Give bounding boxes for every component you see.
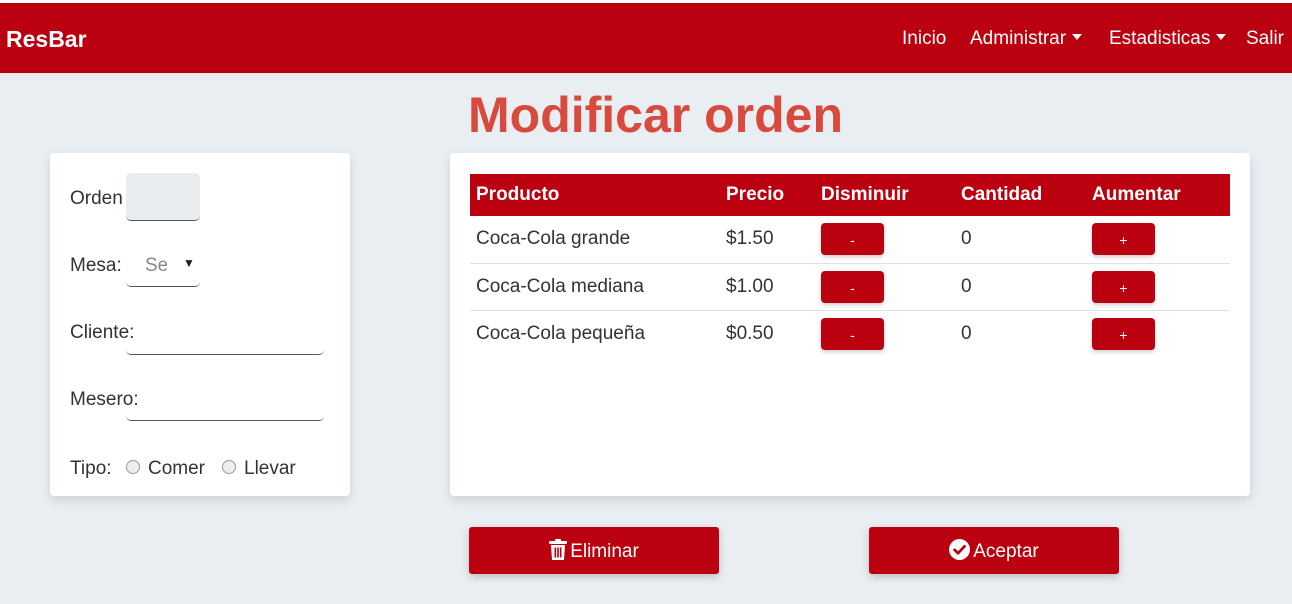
product-name: Coca-Cola grande: [470, 216, 720, 264]
header-cantidad: Cantidad: [961, 184, 1043, 205]
increase-button[interactable]: +: [1092, 270, 1155, 303]
table-header-row: Producto Precio Disminuir Cantidad Aumen…: [470, 174, 1230, 216]
product-price: $1.50: [720, 216, 815, 264]
radio-llevar[interactable]: [222, 460, 236, 474]
header-disminuir: Disminuir: [821, 184, 909, 205]
product-price: $1.00: [720, 263, 815, 311]
cliente-label: Cliente:: [70, 322, 135, 343]
nav-administrar-label: Administrar: [970, 28, 1067, 49]
product-name: Coca-Cola mediana: [470, 263, 720, 311]
mesa-select[interactable]: Seleccione ▼: [126, 241, 200, 287]
table-row: Coca-Cola mediana $1.00 - 0 +: [470, 263, 1230, 311]
decrease-button[interactable]: -: [821, 223, 884, 256]
increase-cell: +: [1086, 310, 1230, 357]
header-precio: Precio: [726, 184, 785, 205]
product-quantity: 0: [955, 263, 1086, 311]
products-card: Producto Precio Disminuir Cantidad Aumen…: [450, 153, 1250, 496]
aceptar-button[interactable]: Aceptar: [869, 527, 1119, 574]
increase-cell: +: [1086, 216, 1230, 264]
product-quantity: 0: [955, 216, 1086, 264]
products-table: Producto Precio Disminuir Cantidad Aumen…: [470, 174, 1230, 357]
increase-button[interactable]: +: [1092, 223, 1155, 256]
product-name: Coca-Cola pequeña: [476, 322, 646, 344]
tipo-label: Tipo:: [70, 458, 112, 479]
decrease-button[interactable]: -: [821, 270, 884, 303]
table-row: Coca-Cola grande $1.50 - 0 +: [470, 216, 1230, 264]
navbar: ResBar Inicio Administrar Estadisticas S…: [0, 3, 1292, 73]
eliminar-button[interactable]: Eliminar: [469, 527, 719, 574]
header-aumentar: Aumentar: [1092, 184, 1181, 205]
caret-down-icon: [1216, 34, 1227, 40]
page-title: Modificar orden: [468, 87, 844, 143]
select-arrow-icon: ▼: [183, 256, 195, 270]
order-form-card: Orden Mesa: Seleccione ▼ Cliente: Mesero…: [50, 153, 350, 496]
radio-comer-label: Comer: [148, 458, 206, 479]
nav-estadisticas-label: Estadisticas: [1109, 28, 1211, 49]
product-price: $0.50: [726, 322, 774, 344]
increase-button[interactable]: +: [1092, 317, 1155, 350]
radio-comer[interactable]: [126, 460, 140, 474]
cliente-field[interactable]: [126, 309, 324, 355]
decrease-cell: -: [815, 216, 955, 264]
decrease-cell: -: [815, 263, 955, 311]
nav-administrar-dropdown[interactable]: Administrar: [970, 28, 1083, 50]
decrease-cell: -: [815, 310, 955, 357]
caret-down-icon: [1072, 34, 1083, 40]
table-row: Coca-Cola pequeña $0.50 - 0 +: [470, 310, 1230, 357]
brand-logo[interactable]: ResBar: [6, 26, 87, 53]
radio-llevar-label: Llevar: [244, 458, 296, 479]
aceptar-label: Aceptar: [973, 541, 1039, 562]
nav-salir[interactable]: Salir: [1246, 28, 1284, 50]
mesa-selected-value: Seleccione: [145, 255, 167, 276]
trash-icon: [549, 539, 568, 560]
nav-inicio[interactable]: Inicio: [902, 28, 946, 50]
orden-label: Orden: [70, 188, 123, 209]
product-quantity: 0: [961, 322, 972, 344]
nav-estadisticas-dropdown[interactable]: Estadisticas: [1109, 28, 1227, 50]
mesa-label: Mesa:: [70, 255, 122, 276]
header-producto: Producto: [476, 184, 560, 205]
orden-field[interactable]: [126, 173, 200, 221]
decrease-button[interactable]: -: [821, 317, 884, 350]
increase-cell: +: [1086, 263, 1230, 311]
check-circle-icon: [949, 539, 971, 560]
eliminar-label: Eliminar: [570, 541, 639, 562]
mesero-field[interactable]: [126, 375, 324, 421]
